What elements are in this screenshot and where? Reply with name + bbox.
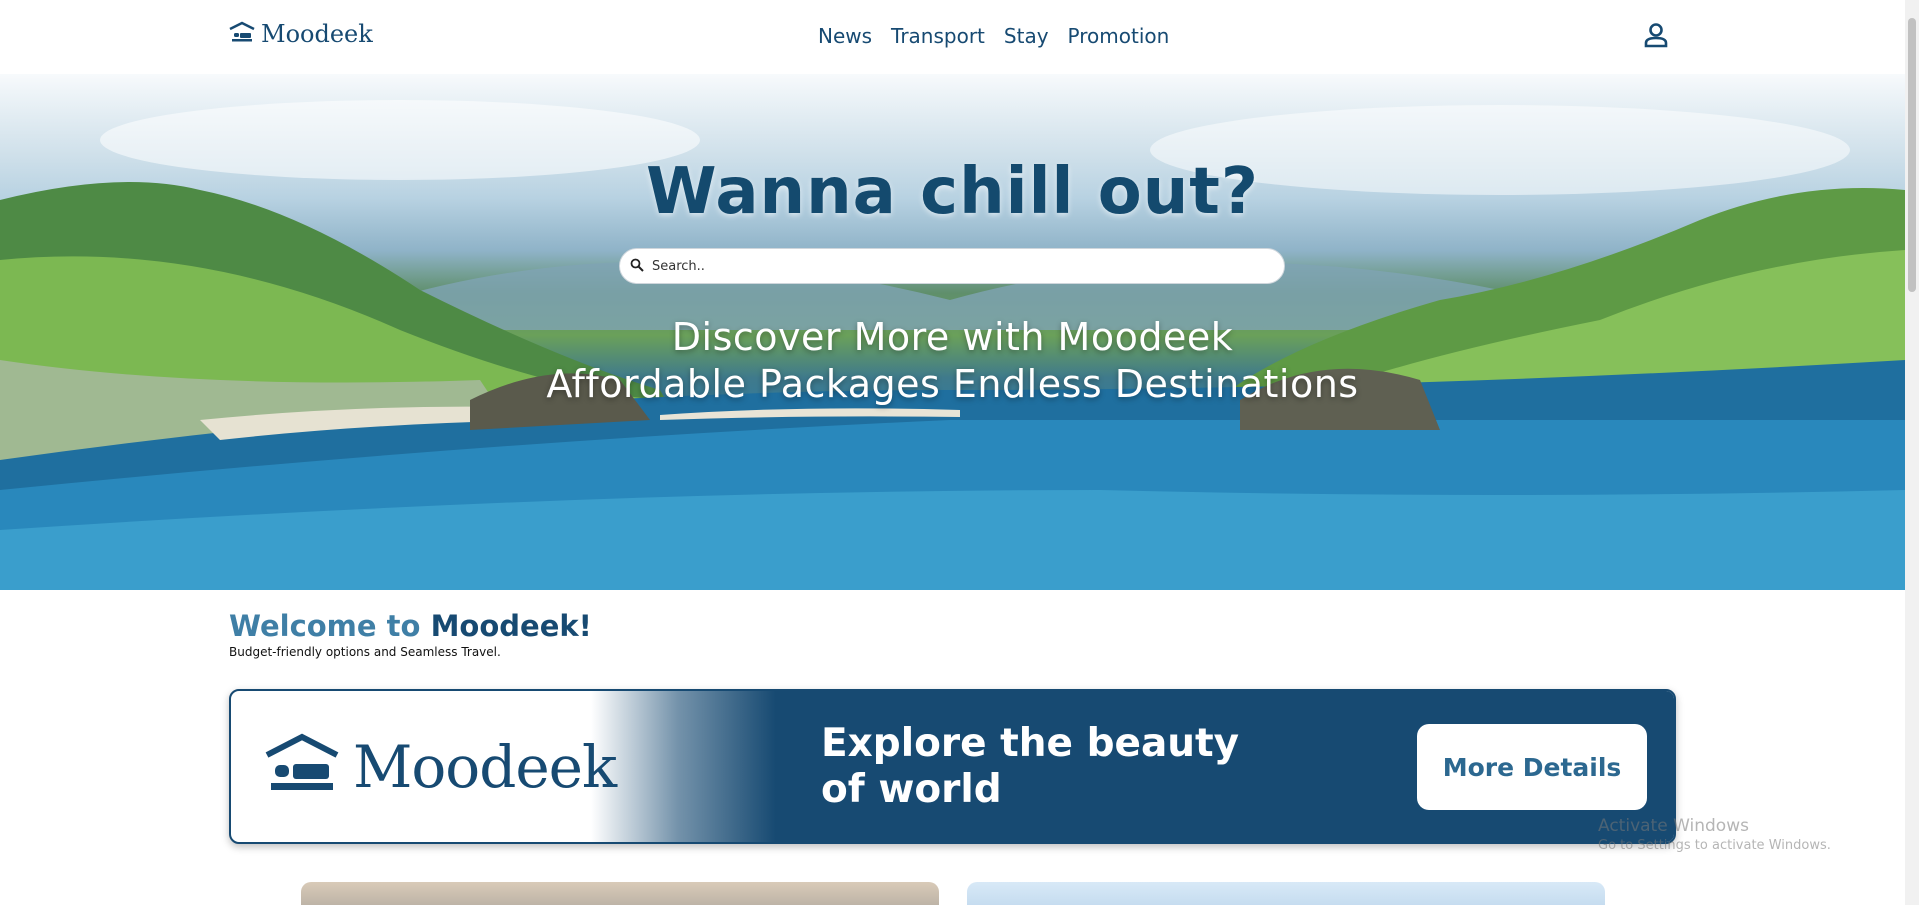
watermark-subtitle: Go to Settings to activate Windows. [1598,838,1831,853]
user-icon [1644,23,1668,48]
watermark-title: Activate Windows [1598,816,1749,836]
hero-title: Wanna chill out? [646,155,1259,229]
promo-banner: Moodeek Explore the beauty of world More… [229,689,1676,844]
banner-headline-line2: of world [821,767,1002,812]
nav-promotion[interactable]: Promotion [1068,24,1170,48]
banner-logo: Moodeek [265,731,617,803]
more-details-button[interactable]: More Details [1417,724,1647,810]
hero-subtitle: Discover More with Moodeek Affordable Pa… [0,314,1905,408]
page-scrollbar[interactable] [1905,0,1919,905]
destination-card[interactable] [301,882,939,905]
house-bed-icon [229,21,255,47]
activate-windows-watermark: Activate Windows Go to Settings to activ… [1598,816,1831,853]
hero-subtitle-line1: Discover More with Moodeek [671,315,1234,359]
brand-logo[interactable]: Moodeek [229,20,373,48]
nav-transport[interactable]: Transport [891,24,985,48]
main-nav: News Transport Stay Promotion [818,24,1169,48]
search-input[interactable] [652,258,1252,274]
destination-card[interactable] [967,882,1605,905]
brand-name: Moodeek [261,20,373,48]
banner-headline: Explore the beauty of world [821,721,1239,813]
banner-brand-name: Moodeek [353,733,617,801]
nav-news[interactable]: News [818,24,872,48]
welcome-subtitle: Budget-friendly options and Seamless Tra… [229,645,501,659]
welcome-title-brand: Moodeek! [430,609,592,643]
search-icon [630,257,644,276]
hero-subtitle-line2: Affordable Packages Endless Destinations [546,362,1359,406]
welcome-title: Welcome to Moodeek! [229,609,592,643]
search-bar[interactable] [619,248,1285,284]
welcome-title-prefix: Welcome to [229,609,421,643]
nav-stay[interactable]: Stay [1004,24,1049,48]
banner-headline-line1: Explore the beauty [821,721,1240,766]
site-header: Moodeek News Transport Stay Promotion [0,0,1905,74]
scrollbar-thumb[interactable] [1908,18,1916,292]
user-account-button[interactable] [1642,21,1670,49]
house-bed-icon [265,731,339,803]
welcome-section: Welcome to Moodeek! Budget-friendly opti… [229,609,592,659]
hero-section: Wanna chill out? Discover More with Mood… [0,60,1905,590]
